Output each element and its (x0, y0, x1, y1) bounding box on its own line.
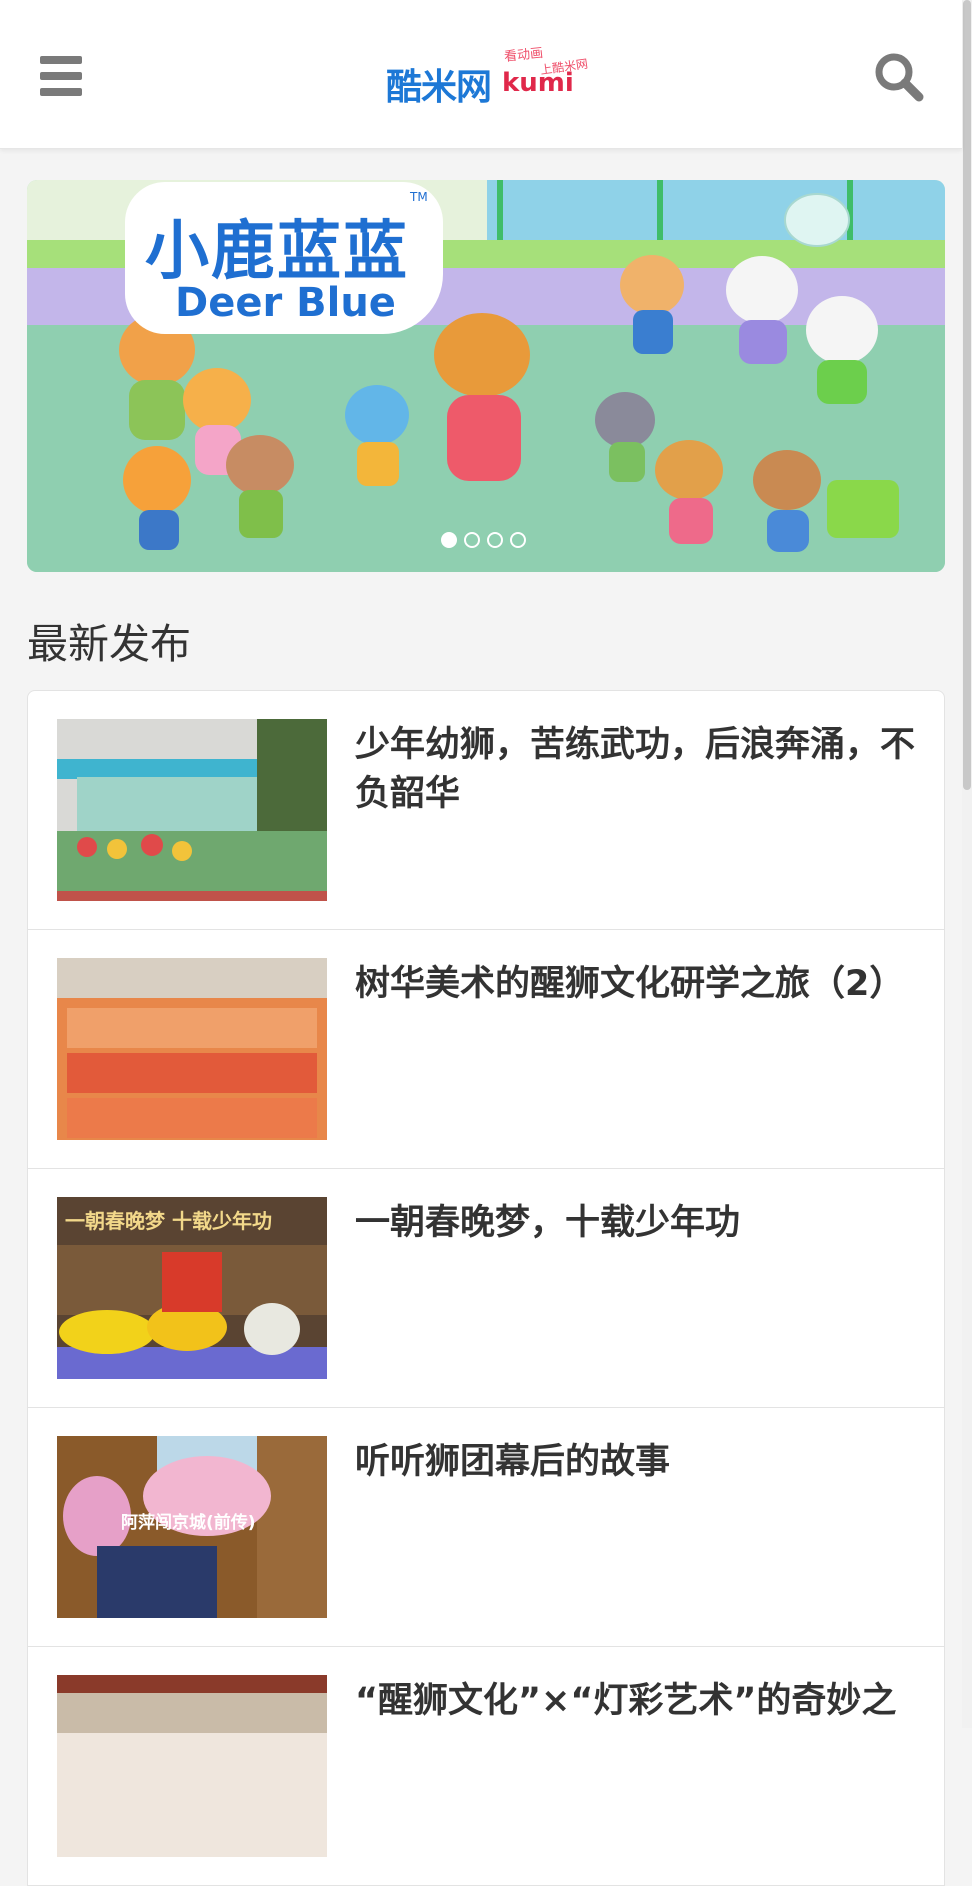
thumbnail-caption: 阿萍闯京城(前传) (121, 1513, 256, 1533)
carousel-dots (441, 532, 526, 552)
logo-slogan-1: 看动画 (503, 45, 544, 65)
logo-text: 酷米网 (386, 67, 492, 108)
brand-title-cn: 小鹿蓝蓝 (145, 215, 409, 289)
carousel-dot[interactable] (510, 532, 526, 548)
search-icon[interactable] (872, 50, 926, 104)
carousel-dot[interactable] (464, 532, 480, 548)
article-thumbnail[interactable]: 一朝春晚梦 十载少年功 (57, 1197, 327, 1379)
article-card[interactable]: 阿萍闯京城(前传) 听听狮团幕后的故事 (27, 1407, 945, 1647)
scrollbar-thumb[interactable] (963, 0, 971, 790)
article-thumbnail[interactable]: 阿萍闯京城(前传) (57, 1436, 327, 1618)
section-title: 最新发布 (27, 620, 191, 668)
site-logo[interactable]: 看动画 上酷米网 酷米网 kumi (380, 40, 596, 110)
article-title[interactable]: “醒狮文化”×“灯彩艺术”的奇妙之 (355, 1677, 915, 1726)
brand-title-en: Deer Blue (175, 280, 396, 326)
top-header: 看动画 上酷米网 酷米网 kumi (0, 0, 962, 149)
article-title[interactable]: 树华美术的醒狮文化研学之旅（2） (355, 960, 915, 1009)
carousel-dot[interactable] (487, 532, 503, 548)
article-thumbnail[interactable] (57, 719, 327, 901)
article-title[interactable]: 一朝春晚梦，十载少年功 (355, 1199, 915, 1248)
article-list: 少年幼狮，苦练武功，后浪奔涌，不负韶华 树华美术的醒狮文化研学之旅（2） 一朝春… (27, 690, 945, 1886)
logo-kumi: kumi (502, 68, 574, 98)
hamburger-menu-icon[interactable] (36, 54, 86, 98)
page-scrollbar[interactable] (962, 0, 972, 1728)
article-card[interactable]: “醒狮文化”×“灯彩艺术”的奇妙之 (27, 1646, 945, 1886)
article-title[interactable]: 听听狮团幕后的故事 (355, 1438, 915, 1487)
article-thumbnail[interactable] (57, 1675, 327, 1857)
article-title[interactable]: 少年幼狮，苦练武功，后浪奔涌，不负韶华 (355, 721, 915, 819)
banner-carousel[interactable]: 小鹿蓝蓝 Deer Blue TM (27, 180, 945, 572)
article-card[interactable]: 少年幼狮，苦练武功，后浪奔涌，不负韶华 (27, 690, 945, 930)
trademark-mark: TM (410, 190, 428, 204)
article-thumbnail[interactable] (57, 958, 327, 1140)
thumbnail-caption: 一朝春晚梦 十载少年功 (65, 1209, 272, 1233)
article-card[interactable]: 树华美术的醒狮文化研学之旅（2） (27, 929, 945, 1169)
carousel-dot[interactable] (441, 532, 457, 548)
article-card[interactable]: 一朝春晚梦 十载少年功 一朝春晚梦，十载少年功 (27, 1168, 945, 1408)
